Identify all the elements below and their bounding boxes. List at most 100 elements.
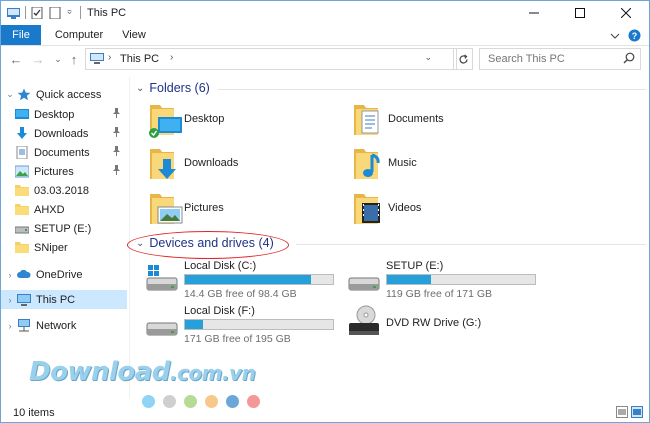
drive-usage-fill (387, 275, 432, 284)
forward-button[interactable]: → (31, 50, 45, 68)
pin-icon (112, 165, 121, 178)
expanded-chevron-icon[interactable]: ⌄ (5, 89, 15, 100)
collapsed-chevron-icon[interactable]: › (5, 321, 15, 331)
svg-text:?: ? (632, 31, 638, 41)
back-arrow-icon: ← (9, 51, 23, 67)
sidebar-item-documents[interactable]: Documents (1, 143, 127, 162)
sidebar-label: Pictures (34, 165, 74, 178)
sidebar-item-onedrive[interactable]: › OneDrive (1, 265, 127, 284)
minimize-icon (529, 12, 539, 14)
navigation-pane: ⌄ Quick access Desktop Downloads Documen… (1, 77, 130, 399)
pin-icon (112, 146, 121, 159)
drive-c[interactable]: Local Disk (C:) 14.4 GB free of 98.4 GB (146, 260, 346, 304)
properties-icon[interactable] (31, 6, 44, 19)
collapsed-chevron-icon[interactable]: › (5, 295, 15, 305)
folder-label: Desktop (184, 113, 225, 125)
close-icon (621, 8, 631, 18)
address-dropdown-icon[interactable]: ⌄ (424, 52, 432, 63)
desktop-folder-icon (15, 109, 29, 119)
sidebar-item-downloads[interactable]: Downloads (1, 124, 127, 143)
navigation-bar: ← → ⌄ ↑ › This PC › ⌄ (1, 46, 649, 72)
sidebar-label: SETUP (E:) (34, 222, 92, 235)
drive-free-space: 14.4 GB free of 98.4 GB (184, 288, 297, 300)
sidebar-item-this-pc[interactable]: › This PC (1, 290, 127, 309)
folder-label: Videos (388, 202, 422, 214)
sidebar-item-sniper[interactable]: SNiper (1, 238, 127, 257)
drive-e[interactable]: SETUP (E:) 119 GB free of 171 GB (348, 260, 548, 304)
sidebar-label: Desktop (34, 108, 75, 121)
folder-downloads[interactable]: Downloads (148, 145, 348, 185)
recent-locations-button[interactable]: ⌄ (51, 50, 65, 68)
watermark-domain: .com.vn (169, 361, 256, 385)
refresh-icon (458, 54, 468, 63)
breadcrumb-chevron-icon[interactable]: › (170, 52, 173, 63)
drive-usage-fill (185, 320, 203, 329)
folder-documents[interactable]: Documents (352, 101, 552, 141)
watermark-brand: Download (29, 357, 170, 387)
drive-icon (146, 322, 178, 336)
new-folder-icon[interactable] (49, 6, 62, 19)
drive-name: Local Disk (F:) (184, 305, 255, 317)
maximize-button[interactable] (557, 1, 603, 25)
search-box[interactable] (479, 48, 641, 70)
folder-label: Music (388, 157, 417, 169)
drive-f[interactable]: Local Disk (F:) 171 GB free of 195 GB (146, 305, 346, 349)
sidebar-label: 03.03.2018 (34, 184, 90, 197)
tab-computer[interactable]: Computer (49, 25, 109, 45)
downloads-arrow-icon (17, 127, 27, 139)
minimize-button[interactable] (511, 1, 557, 25)
details-view-icon[interactable] (616, 406, 628, 418)
collapsed-chevron-icon[interactable]: › (5, 270, 15, 280)
sidebar-item-setup-e[interactable]: SETUP (E:) (1, 219, 127, 238)
sidebar-item-03-03-2018[interactable]: 03.03.2018 (1, 181, 127, 200)
folder-icon (15, 185, 29, 196)
documents-icon (16, 146, 28, 159)
sidebar-item-pictures[interactable]: Pictures (1, 162, 127, 181)
customize-toolbar-icon[interactable] (67, 7, 75, 19)
breadcrumb-chevron-icon[interactable]: › (108, 52, 111, 63)
drive-icon (348, 277, 380, 291)
maximize-icon (575, 8, 585, 18)
refresh-button[interactable] (453, 48, 473, 70)
address-bar[interactable]: › This PC › ⌄ (85, 48, 457, 70)
sidebar-item-desktop[interactable]: Desktop (1, 105, 127, 124)
title-bar: This PC (1, 1, 649, 25)
drive-usage-fill (185, 275, 311, 284)
music-folder-icon (354, 149, 380, 179)
sidebar-label: OneDrive (36, 268, 83, 281)
close-button[interactable] (603, 1, 649, 25)
up-button[interactable]: ↑ (67, 50, 81, 68)
tab-file[interactable]: File (1, 25, 41, 45)
tab-view[interactable]: View (113, 25, 155, 45)
drive-g[interactable]: DVD RW Drive (G:) (348, 305, 548, 349)
watermark-logo: Download.com.vn (29, 357, 256, 387)
back-button[interactable]: ← (9, 50, 23, 68)
folders-group-header[interactable]: ⌄ Folders (6) (136, 81, 210, 95)
pictures-icon (15, 165, 29, 178)
help-icon[interactable]: ? (628, 29, 641, 42)
folder-icon (15, 204, 29, 215)
breadcrumb-this-pc[interactable]: This PC (120, 53, 159, 65)
expand-ribbon-icon[interactable] (610, 32, 620, 40)
pin-icon (112, 127, 121, 140)
toolbar-separator (80, 6, 81, 19)
group-divider (218, 89, 646, 90)
sidebar-item-ahxd[interactable]: AHXD (1, 200, 127, 219)
large-icons-view-icon[interactable] (631, 406, 643, 418)
search-input[interactable] (486, 52, 620, 66)
chevron-down-icon[interactable]: ⌄ (136, 83, 144, 94)
sidebar-item-quick-access[interactable]: ⌄ Quick access (1, 85, 127, 104)
desktop-folder-icon (149, 105, 182, 138)
folder-desktop[interactable]: Desktop (148, 101, 348, 141)
this-pc-icon (90, 53, 104, 64)
folder-videos[interactable]: Videos (352, 190, 552, 230)
sidebar-item-network[interactable]: › Network (1, 316, 127, 335)
pictures-folder-icon (150, 194, 183, 224)
drive-free-space: 171 GB free of 195 GB (184, 333, 291, 345)
drive-name: DVD RW Drive (G:) (386, 317, 482, 329)
folder-icon (15, 242, 29, 253)
folder-pictures[interactable]: Pictures (148, 190, 348, 230)
search-icon[interactable] (623, 52, 635, 64)
folder-music[interactable]: Music (352, 145, 552, 185)
folder-label: Documents (388, 113, 444, 125)
